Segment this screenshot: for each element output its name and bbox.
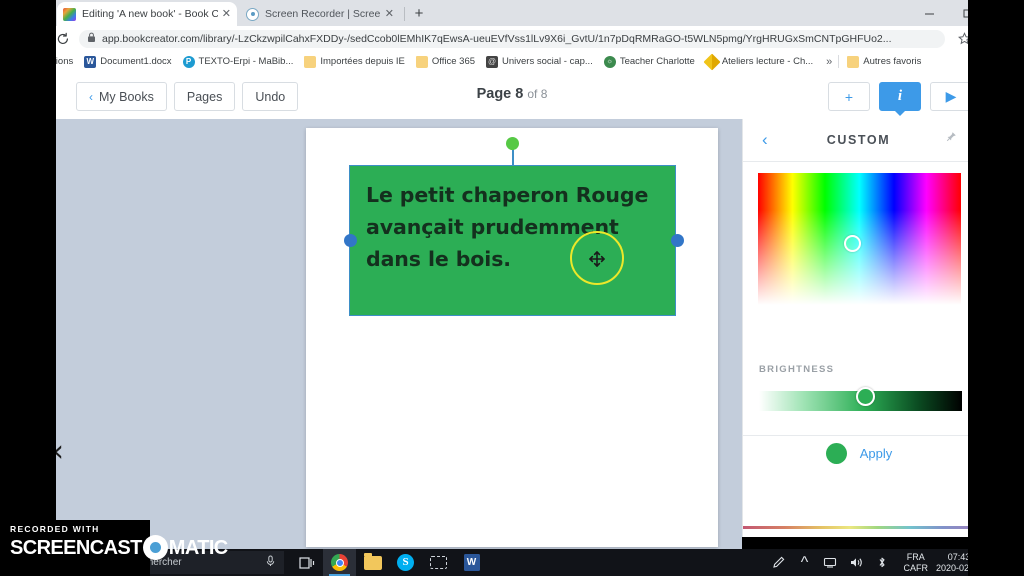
move-cursor	[588, 250, 606, 268]
microphone-icon[interactable]	[265, 555, 276, 570]
bookmark-label: Teacher Charlotte	[619, 56, 695, 67]
network-icon[interactable]	[817, 549, 843, 576]
bluetooth-icon[interactable]	[869, 549, 895, 576]
language-line-1: FRA	[906, 551, 925, 562]
tab-strip: Editing 'A new book' - Book Crea ✕ Scree…	[0, 0, 1024, 26]
address-bar[interactable]: app.bookcreator.com/library/-LzCkzwpilCa…	[79, 29, 945, 48]
watermark-top-text: RECORDED WITH	[10, 524, 100, 534]
browser-toolbar: app.bookcreator.com/library/-LzCkzwpilCa…	[0, 26, 1024, 51]
language-line-2: CAFR	[903, 562, 928, 573]
panel-divider	[743, 435, 975, 436]
inspector-button[interactable]: i	[879, 82, 921, 116]
apply-button[interactable]: Apply	[860, 446, 893, 461]
pen-icon[interactable]	[765, 549, 791, 576]
pin-icon[interactable]	[945, 131, 959, 145]
panel-back-icon[interactable]: ‹	[762, 130, 768, 150]
bookmark-ateliers-lecture[interactable]: Ateliers lecture - Ch...	[703, 53, 814, 70]
pearson-icon: P	[182, 55, 195, 68]
bookmark-univers-social[interactable]: @ Univers social - cap...	[486, 55, 593, 68]
bookmarks-overflow-icon[interactable]: »	[826, 56, 832, 68]
chrome-icon[interactable]	[323, 549, 356, 576]
bookmark-teacher-charlotte[interactable]: ☼ Teacher Charlotte	[603, 55, 695, 68]
inspector-panel: ‹ CUSTOM BRIGHTNESS Apply	[742, 119, 975, 537]
resize-handle-right[interactable]	[671, 234, 684, 247]
bookmark-label: Univers social - cap...	[502, 56, 593, 67]
language-indicator[interactable]: FRA CAFR	[903, 552, 928, 574]
tab-close-icon[interactable]: ✕	[222, 8, 231, 20]
panel-header: ‹ CUSTOM	[743, 119, 974, 162]
apply-row[interactable]: Apply	[743, 443, 975, 464]
dark-app-icon: @	[486, 55, 499, 68]
letterbox-right	[968, 0, 1024, 576]
rotate-handle[interactable]	[506, 137, 519, 150]
text-block-content: Le petit chaperon Rouge avançait prudemm…	[366, 183, 649, 271]
tab-separator	[404, 7, 405, 21]
browser-tab-bookcreator[interactable]: Editing 'A new book' - Book Crea ✕	[57, 2, 237, 26]
browser-chrome: Editing 'A new book' - Book Crea ✕ Scree…	[0, 0, 1024, 72]
page-number: Page 8	[476, 86, 524, 102]
resize-handle-left[interactable]	[344, 234, 357, 247]
bookmark-document1[interactable]: W Document1.docx	[84, 55, 172, 68]
bookmarks-bar: Applications W Document1.docx P TEXTO-Er…	[0, 51, 1024, 72]
bookmark-label: Autres favoris	[863, 56, 922, 67]
screen: Editing 'A new book' - Book Crea ✕ Scree…	[0, 0, 1024, 576]
bookmark-office365[interactable]: Office 365	[415, 55, 476, 68]
pencil-icon	[703, 53, 721, 70]
taskbar-apps: S W	[290, 549, 488, 576]
letterbox-left	[0, 0, 56, 576]
bookcreator-icon	[63, 7, 76, 21]
clock-time: 07:43	[947, 551, 971, 562]
minimize-icon[interactable]	[910, 0, 948, 26]
url-text: app.bookcreator.com/library/-LzCkzwpilCa…	[102, 32, 892, 45]
watermark-brand-left: SCREENCAST	[10, 536, 142, 559]
bookmarks-separator	[838, 55, 840, 68]
panel-rainbow-strip	[743, 526, 975, 529]
tab-title: Screen Recorder | Screencast-O-	[265, 8, 381, 20]
bookmark-texto-erpi[interactable]: P TEXTO-Erpi - MaBib...	[182, 55, 294, 68]
bookmark-importees-ie[interactable]: Importées depuis IE	[304, 55, 405, 68]
bookmark-label: TEXTO-Erpi - MaBib...	[198, 56, 294, 67]
bookmark-label: Importées depuis IE	[320, 56, 405, 67]
tray-chevron-up-icon[interactable]: ^	[791, 549, 817, 576]
folder-icon	[304, 55, 317, 68]
task-view-icon[interactable]	[290, 549, 323, 576]
bookmark-label: Document1.docx	[100, 56, 172, 67]
brightness-slider-handle[interactable]	[856, 387, 875, 406]
selected-color-swatch	[825, 443, 847, 464]
word-icon[interactable]: W	[455, 549, 488, 576]
bookmark-label: Ateliers lecture - Ch...	[721, 56, 814, 67]
file-explorer-icon[interactable]	[356, 549, 389, 576]
snip-tool-icon[interactable]	[422, 549, 455, 576]
tab-close-icon[interactable]: ✕	[385, 8, 394, 20]
browser-tab-screencast[interactable]: Screen Recorder | Screencast-O- ✕	[240, 2, 400, 26]
bookmark-other-favorites[interactable]: Autres favoris	[847, 55, 922, 68]
tab-title: Editing 'A new book' - Book Crea	[82, 8, 218, 20]
brightness-label: BRIGHTNESS	[759, 364, 835, 375]
watermark-brand: SCREENCAST MATIC	[10, 535, 230, 560]
lock-icon	[87, 30, 96, 48]
page-total: of 8	[527, 87, 548, 101]
folder-icon	[847, 55, 860, 68]
text-block[interactable]: Le petit chaperon Rouge avançait prudemm…	[349, 165, 676, 316]
add-button[interactable]: +	[828, 82, 870, 111]
word-doc-icon: W	[84, 55, 97, 68]
bookmark-label: Office 365	[431, 56, 476, 67]
screencast-icon	[246, 7, 259, 21]
folder-icon	[415, 55, 428, 68]
skype-icon[interactable]: S	[389, 549, 422, 576]
watermark-brand-right: MATIC	[168, 536, 228, 559]
new-tab-button[interactable]: +	[410, 5, 428, 23]
play-button[interactable]: ▶	[930, 82, 972, 111]
color-selector-ring[interactable]	[844, 235, 861, 252]
app-toolbar-right: + i ▶	[819, 82, 972, 116]
globe-icon: ☼	[603, 55, 616, 68]
screencast-dot-icon	[142, 535, 168, 560]
color-spectrum-picker[interactable]	[758, 173, 961, 305]
volume-icon[interactable]	[843, 549, 869, 576]
screencast-watermark: RECORDED WITH SCREENCAST MATIC	[10, 524, 230, 566]
panel-title: CUSTOM	[826, 133, 891, 147]
